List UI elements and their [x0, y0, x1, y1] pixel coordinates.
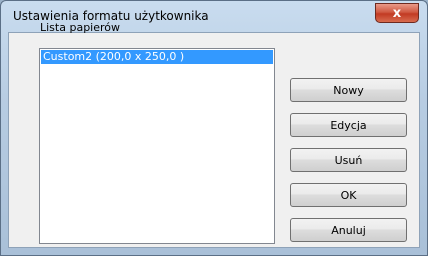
list-item[interactable]: Custom2 (200,0 x 250,0 ) — [41, 50, 273, 64]
close-icon: x — [392, 5, 402, 21]
ok-button[interactable]: OK — [290, 183, 407, 207]
close-button[interactable]: x — [375, 3, 419, 23]
new-button[interactable]: Nowy — [290, 78, 407, 102]
paper-list-label: Lista papierów — [40, 21, 121, 34]
paper-listbox[interactable]: Custom2 (200,0 x 250,0 ) — [39, 48, 275, 244]
edit-button[interactable]: Edycja — [290, 113, 407, 137]
cancel-button[interactable]: Anuluj — [290, 218, 407, 242]
delete-button[interactable]: Usuń — [290, 148, 407, 172]
